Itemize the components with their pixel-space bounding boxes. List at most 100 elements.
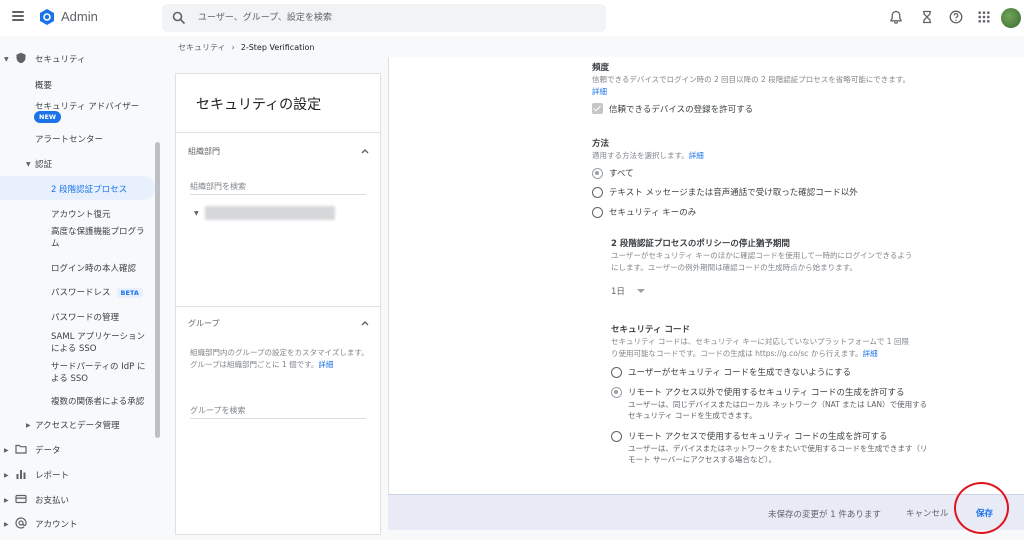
dropdown-arrow-icon[interactable] — [636, 289, 645, 293]
caret-down-icon[interactable]: ▼ — [26, 161, 31, 168]
method-description: 適用する方法を選択します。詳細 — [592, 150, 704, 162]
sidebar-item-advanced-protection[interactable]: 高度な保護機能プログラム — [51, 226, 151, 250]
at-sign-icon — [15, 517, 27, 529]
panel-title: セキュリティの設定 — [196, 97, 322, 113]
breadcrumb: セキュリティ › 2-Step Verification — [178, 42, 314, 53]
sidebar-item-login-challenge[interactable]: ログイン時の本人確認 — [51, 262, 136, 274]
sidebar-item-account-recovery[interactable]: アカウント復元 — [51, 208, 111, 220]
security-code-option-non-remote[interactable]: リモート アクセス以外で使用するセキュリティ コードの生成を許可する ユーザーは… — [611, 386, 931, 421]
highlight-circle-annotation — [954, 482, 1009, 534]
app-title[interactable]: Admin — [61, 9, 98, 24]
sidebar-item-two-step[interactable]: 2 段階認証プロセス — [51, 183, 127, 195]
frequency-description: 信頼できるデバイスでログイン時の 2 回目以降の 2 段階認証プロセスを省略可能… — [592, 74, 912, 98]
folder-icon — [15, 444, 27, 454]
radio-button[interactable] — [592, 168, 603, 179]
sidebar-item-passwordless[interactable]: パスワードレス BETA — [51, 286, 143, 298]
security-code-option-disallow[interactable]: ユーザーがセキュリティ コードを生成できないようにする — [611, 366, 851, 378]
caret-right-icon[interactable]: ▶ — [4, 472, 9, 479]
help-icon[interactable] — [949, 10, 963, 24]
method-description-text: 適用する方法を選択します。 — [592, 151, 689, 160]
radio-button[interactable] — [611, 367, 622, 378]
radio-button[interactable] — [592, 207, 603, 218]
trusted-device-checkbox-option[interactable]: 信頼できるデバイスの登録を許可する — [592, 103, 753, 115]
radio-button[interactable] — [592, 187, 603, 198]
security-code-option-sub: ユーザーは、デバイスまたはネットワークをまたいで使用するコードを生成できます（リ… — [628, 444, 928, 464]
sidebar-item-data[interactable]: データ — [35, 444, 61, 456]
sidebar-item-saml[interactable]: SAML アプリケーション による SSO — [51, 331, 151, 355]
unsaved-changes-bar: 未保存の変更が 1 件あります キャンセル 保存 — [388, 494, 1024, 530]
security-settings-panel: セキュリティの設定 組織部門 ▼ グループ 組織部門内のグループの設定をカスタマ… — [175, 73, 381, 535]
sidebar-item-passwordless-label: パスワードレス — [51, 288, 111, 298]
security-code-option-label: リモート アクセス以外で使用するセキュリティ コードの生成を許可する — [628, 388, 905, 398]
org-unit-name-redacted — [204, 206, 335, 220]
org-unit-search-input[interactable] — [190, 182, 366, 195]
sidebar-item-alert-center[interactable]: アラートセンター — [35, 133, 103, 145]
method-option-security-key-only[interactable]: セキュリティ キーのみ — [592, 206, 696, 218]
group-section-label: グループ — [188, 319, 220, 328]
security-code-option-remote[interactable]: リモート アクセスで使用するセキュリティ コードの生成を許可する ユーザーは、デ… — [611, 430, 931, 465]
sidebar-item-password-management[interactable]: パスワードの管理 — [51, 311, 119, 323]
admin-logo-icon[interactable] — [38, 8, 56, 26]
security-code-option-sub: ユーザーは、同じデバイスまたはローカル ネットワーク（NAT または LAN）で… — [628, 400, 928, 420]
caret-right-icon[interactable]: ▶ — [26, 422, 31, 429]
caret-down-icon[interactable]: ▼ — [194, 210, 199, 217]
security-code-title: セキュリティ コード — [611, 325, 690, 335]
radio-button[interactable] — [611, 431, 622, 442]
divider — [176, 132, 380, 133]
beta-badge: BETA — [116, 288, 143, 298]
security-code-option-text: リモート アクセス以外で使用するセキュリティ コードの生成を許可する ユーザーは… — [628, 386, 931, 421]
trusted-device-checkbox-label: 信頼できるデバイスの登録を許可する — [609, 105, 754, 115]
frequency-title: 頻度 — [592, 63, 610, 73]
bell-icon[interactable] — [889, 10, 903, 24]
caret-down-icon[interactable]: ▼ — [4, 56, 9, 63]
sidebar-item-auth[interactable]: 認証 — [35, 158, 52, 170]
unsaved-changes-text: 未保存の変更が 1 件あります — [768, 510, 881, 520]
radio-button[interactable] — [611, 387, 622, 398]
sidebar-item-multi-party-approval[interactable]: 複数の関係者による承認 — [51, 395, 144, 407]
search-input[interactable] — [198, 9, 598, 27]
sidebar-item-security[interactable]: セキュリティ — [35, 53, 86, 65]
sidebar-item-reports[interactable]: レポート — [35, 469, 69, 481]
grace-period-description: ユーザーがセキュリティ キーのほかに確認コードを使用して一時的にログインできるよ… — [611, 251, 913, 272]
menu-icon[interactable] — [12, 11, 24, 21]
frequency-learn-more-link[interactable]: 詳細 — [592, 87, 607, 96]
group-learn-more-link[interactable]: 詳細 — [318, 360, 333, 369]
hourglass-icon[interactable] — [920, 10, 934, 24]
breadcrumb-current: 2-Step Verification — [240, 43, 315, 52]
caret-right-icon[interactable]: ▶ — [4, 521, 9, 528]
caret-right-icon[interactable]: ▶ — [4, 497, 9, 504]
security-code-option-text: リモート アクセスで使用するセキュリティ コードの生成を許可する ユーザーは、デ… — [628, 430, 931, 465]
search-icon[interactable] — [172, 11, 186, 25]
frequency-description-text: 信頼できるデバイスでログイン時の 2 回目以降の 2 段階認証プロセスを省略可能… — [592, 75, 910, 84]
grace-period-select[interactable]: 1日 — [611, 283, 651, 299]
chevron-up-icon[interactable] — [361, 148, 369, 154]
group-description-text: 組織部門内のグループの設定をカスタマイズします。グループは組織部門ごとに 1 個… — [190, 348, 369, 369]
caret-right-icon[interactable]: ▶ — [4, 447, 9, 454]
org-unit-tree-item[interactable]: ▼ — [194, 206, 335, 220]
sidebar-item-third-party-idp[interactable]: サードパーティの IdP に よる SSO — [51, 361, 151, 385]
grace-period-value: 1日 — [611, 287, 625, 297]
sidebar-scrollbar[interactable] — [155, 142, 160, 438]
security-code-option-label: ユーザーがセキュリティ コードを生成できないようにする — [628, 368, 851, 378]
chevron-up-icon[interactable] — [361, 320, 369, 326]
two-step-settings-card: 頻度 信頼できるデバイスでログイン時の 2 回目以降の 2 段階認証プロセスを省… — [388, 57, 1024, 494]
method-option-all[interactable]: すべて — [592, 167, 634, 179]
group-search-input[interactable] — [190, 406, 366, 419]
sidebar-item-access-data[interactable]: アクセスとデータ管理 — [35, 419, 120, 431]
method-learn-more-link[interactable]: 詳細 — [689, 151, 704, 160]
breadcrumb-parent[interactable]: セキュリティ — [178, 42, 226, 53]
search-bar[interactable] — [162, 4, 606, 32]
security-code-learn-more-link[interactable]: 詳細 — [863, 349, 878, 358]
sidebar-item-account[interactable]: アカウント — [35, 518, 78, 530]
cancel-button[interactable]: キャンセル — [900, 503, 955, 523]
apps-grid-icon[interactable] — [977, 10, 991, 24]
credit-card-icon — [15, 494, 27, 504]
trusted-device-checkbox[interactable] — [592, 103, 603, 114]
method-option-label: すべて — [609, 169, 634, 179]
method-option-except-sms[interactable]: テキスト メッセージまたは音声通話で受け取った確認コード以外 — [592, 186, 858, 198]
method-option-label: テキスト メッセージまたは音声通話で受け取った確認コード以外 — [609, 188, 858, 198]
org-unit-section-label: 組織部門 — [188, 147, 220, 156]
avatar[interactable] — [1001, 8, 1021, 28]
sidebar-item-overview[interactable]: 概要 — [35, 79, 52, 91]
sidebar-item-billing[interactable]: お支払い — [35, 494, 69, 506]
